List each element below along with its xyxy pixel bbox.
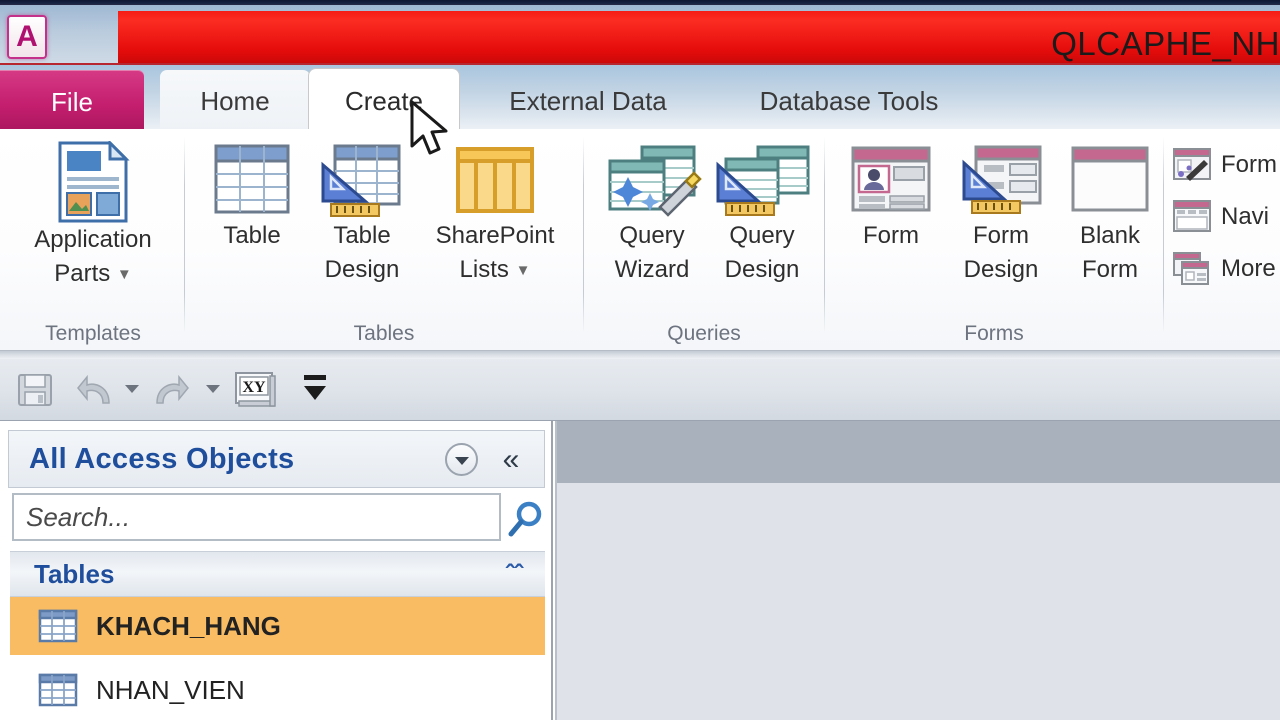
table-design-button[interactable]: Table Design [306, 143, 418, 287]
table-design-label-line1: Table [333, 222, 391, 249]
title-bar-red-band: QLCAPHE_NH [118, 11, 1280, 66]
form-wizard-button[interactable]: Form [1172, 147, 1277, 183]
query-wizard-button[interactable]: Query Wizard [592, 143, 712, 287]
chevron-down-icon[interactable]: ▼ [516, 260, 531, 281]
sharepoint-lists-label-line2: Lists ▼ [459, 256, 531, 284]
more-forms-label: More [1221, 255, 1276, 282]
blank-form-button[interactable]: Blank Form [1056, 143, 1164, 287]
double-chevron-left-icon[interactable]: « [488, 440, 534, 480]
form-design-button[interactable]: Form Design [944, 143, 1058, 287]
sharepoint-lists-label-line1: SharePoint [435, 222, 555, 249]
query-wizard-icon [602, 143, 702, 219]
undo-button[interactable] [74, 371, 114, 409]
more-forms-icon [1172, 251, 1212, 287]
form-wizard-label: Form [1221, 151, 1277, 178]
application-parts-icon [56, 141, 130, 223]
ribbon-bottom-shadow [0, 351, 1280, 359]
nav-group-header-tables[interactable]: Tables ˆˆ [10, 551, 545, 597]
double-chevron-up-icon[interactable]: ˆˆ [506, 559, 523, 590]
chevron-down-icon[interactable]: ▼ [117, 264, 132, 285]
blank-form-label-line1: Blank [1079, 222, 1141, 249]
table-design-label-line2: Design [324, 256, 400, 284]
redo-dropdown-button[interactable] [203, 381, 223, 395]
undo-dropdown-button[interactable] [122, 381, 142, 395]
table-design-icon [319, 143, 405, 219]
query-design-icon [712, 143, 812, 219]
tab-database-tools[interactable]: Database Tools [716, 70, 982, 133]
form-design-label-line2: Design [963, 256, 1039, 284]
ribbon-tab-strip: File Home Create External Data Database … [0, 63, 1280, 134]
chevron-down-circle-icon[interactable] [445, 443, 478, 476]
query-design-button[interactable]: Query Design [702, 143, 822, 287]
redo-button[interactable] [152, 371, 192, 409]
table-button[interactable]: Table [196, 143, 308, 253]
group-label-tables: Tables [353, 322, 415, 345]
search-placeholder: Search... [26, 501, 131, 532]
form-design-icon [958, 143, 1044, 219]
xy-button[interactable]: XY [233, 369, 277, 411]
form-wizard-icon [1172, 147, 1212, 183]
form-design-label-line1: Form [973, 222, 1029, 249]
form-label: Form [863, 222, 919, 249]
group-label-templates: Templates [45, 322, 141, 345]
access-application-window: QLCAPHE_NH A File Home Create External D… [0, 0, 1280, 720]
sharepoint-lists-icon [452, 143, 538, 219]
application-parts-label-line2: Parts ▼ [54, 260, 132, 288]
group-label-queries: Queries [667, 322, 741, 345]
blank-form-label-line2: Form [1082, 256, 1138, 284]
tab-create[interactable]: Create [308, 68, 460, 134]
title-bar: QLCAPHE_NH A [0, 5, 1280, 66]
table-object-icon [38, 673, 78, 707]
group-separator [583, 137, 584, 333]
search-icon[interactable] [505, 499, 547, 541]
list-item-label: NHAN_VIEN [96, 674, 245, 705]
query-wizard-label-line2: Wizard [614, 256, 690, 284]
query-design-label-line1: Query [729, 222, 795, 249]
navigation-label: Navi [1221, 203, 1270, 230]
navigation-button[interactable]: Navi [1172, 199, 1269, 235]
sharepoint-lists-button[interactable]: SharePoint Lists ▼ [420, 143, 570, 287]
blank-form-icon [1067, 143, 1153, 219]
window-title: QLCAPHE_NH [1051, 25, 1280, 62]
more-forms-button[interactable]: More [1172, 251, 1276, 287]
access-logo-icon[interactable]: A [7, 15, 47, 59]
tab-external-data[interactable]: External Data [466, 70, 710, 133]
svg-text:XY: XY [242, 379, 266, 396]
navigation-pane: All Access Objects « Search... Tables ˆˆ [0, 421, 553, 720]
tab-file[interactable]: File [0, 70, 144, 134]
search-input[interactable]: Search... [12, 493, 501, 541]
navigation-pane-title: All Access Objects [29, 442, 295, 475]
customize-qat-button[interactable] [300, 373, 330, 407]
query-design-label-line2: Design [724, 256, 800, 284]
form-button[interactable]: Form [834, 143, 948, 253]
main-work-area[interactable] [555, 421, 1280, 720]
work-area-top-band [557, 421, 1280, 483]
list-item[interactable]: KHACH_HANG [10, 597, 545, 655]
application-parts-button[interactable]: Application Parts ▼ [8, 141, 178, 291]
group-separator [184, 137, 185, 333]
form-icon [848, 143, 934, 219]
query-wizard-label-line1: Query [619, 222, 685, 249]
ribbon-content: Application Parts ▼ Templates Table Tabl… [0, 129, 1280, 351]
tab-home[interactable]: Home [160, 70, 310, 133]
group-separator [824, 137, 825, 333]
table-object-icon [38, 609, 78, 643]
navigation-pane-header[interactable]: All Access Objects « [8, 430, 545, 488]
list-item[interactable]: NHAN_VIEN [10, 661, 545, 719]
navigation-icon [1172, 199, 1212, 235]
table-label: Table [223, 222, 281, 249]
list-item-label: KHACH_HANG [96, 610, 281, 641]
nav-group-label: Tables [34, 558, 115, 589]
table-icon [213, 143, 291, 219]
application-parts-label-line1: Application [34, 226, 152, 253]
quick-access-toolbar: XY [0, 359, 1280, 421]
group-label-forms: Forms [964, 322, 1024, 345]
save-button[interactable] [16, 371, 54, 409]
